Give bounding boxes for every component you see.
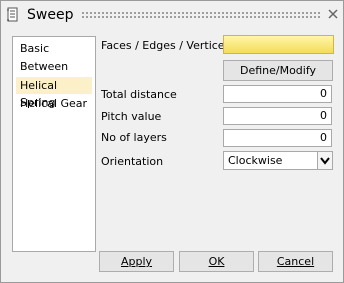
layers-label: No of layers bbox=[101, 131, 167, 144]
pitch-input[interactable]: 0 bbox=[223, 107, 332, 125]
ok-label: OK bbox=[208, 255, 225, 268]
dropdown-button[interactable] bbox=[317, 152, 332, 169]
title-bar[interactable]: Sweep bbox=[1, 1, 343, 31]
list-item-basic[interactable]: Basic bbox=[16, 40, 92, 57]
define-axis-button[interactable]: Define/Modify Axis... bbox=[223, 60, 333, 96]
drag-handle[interactable] bbox=[81, 11, 321, 18]
chevron-down-icon bbox=[320, 157, 330, 165]
orientation-value: Clockwise bbox=[228, 154, 283, 167]
close-icon[interactable] bbox=[326, 7, 340, 21]
cancel-label: Cancel bbox=[276, 255, 315, 268]
apply-label: Apply bbox=[120, 255, 153, 268]
dialog-title: Sweep bbox=[27, 7, 74, 23]
total-distance-input[interactable]: 0 bbox=[223, 85, 332, 103]
list-item-between[interactable]: Between bbox=[16, 58, 92, 75]
sweep-type-list[interactable]: Basic Between Helical Spring Helical Gea… bbox=[12, 36, 96, 252]
cancel-button[interactable]: Cancel bbox=[258, 251, 333, 272]
layers-input[interactable]: 0 bbox=[223, 129, 332, 147]
list-item-helical-gear[interactable]: Helical Gear bbox=[16, 95, 92, 112]
orientation-label: Orientation bbox=[101, 155, 164, 168]
faces-label: Faces / Edges / Vertices bbox=[101, 39, 231, 52]
total-distance-label: Total distance bbox=[101, 88, 177, 101]
sweep-dialog: Sweep Basic Between Helical Spring Helic… bbox=[0, 0, 344, 283]
list-item-helical-spring[interactable]: Helical Spring bbox=[16, 77, 92, 109]
apply-button[interactable]: Apply bbox=[99, 251, 174, 272]
ok-button[interactable]: OK bbox=[179, 251, 254, 272]
faces-selector-field[interactable] bbox=[223, 35, 334, 54]
orientation-select[interactable]: Clockwise bbox=[223, 151, 333, 170]
pitch-label: Pitch value bbox=[101, 110, 162, 123]
sweep-icon bbox=[7, 7, 18, 22]
